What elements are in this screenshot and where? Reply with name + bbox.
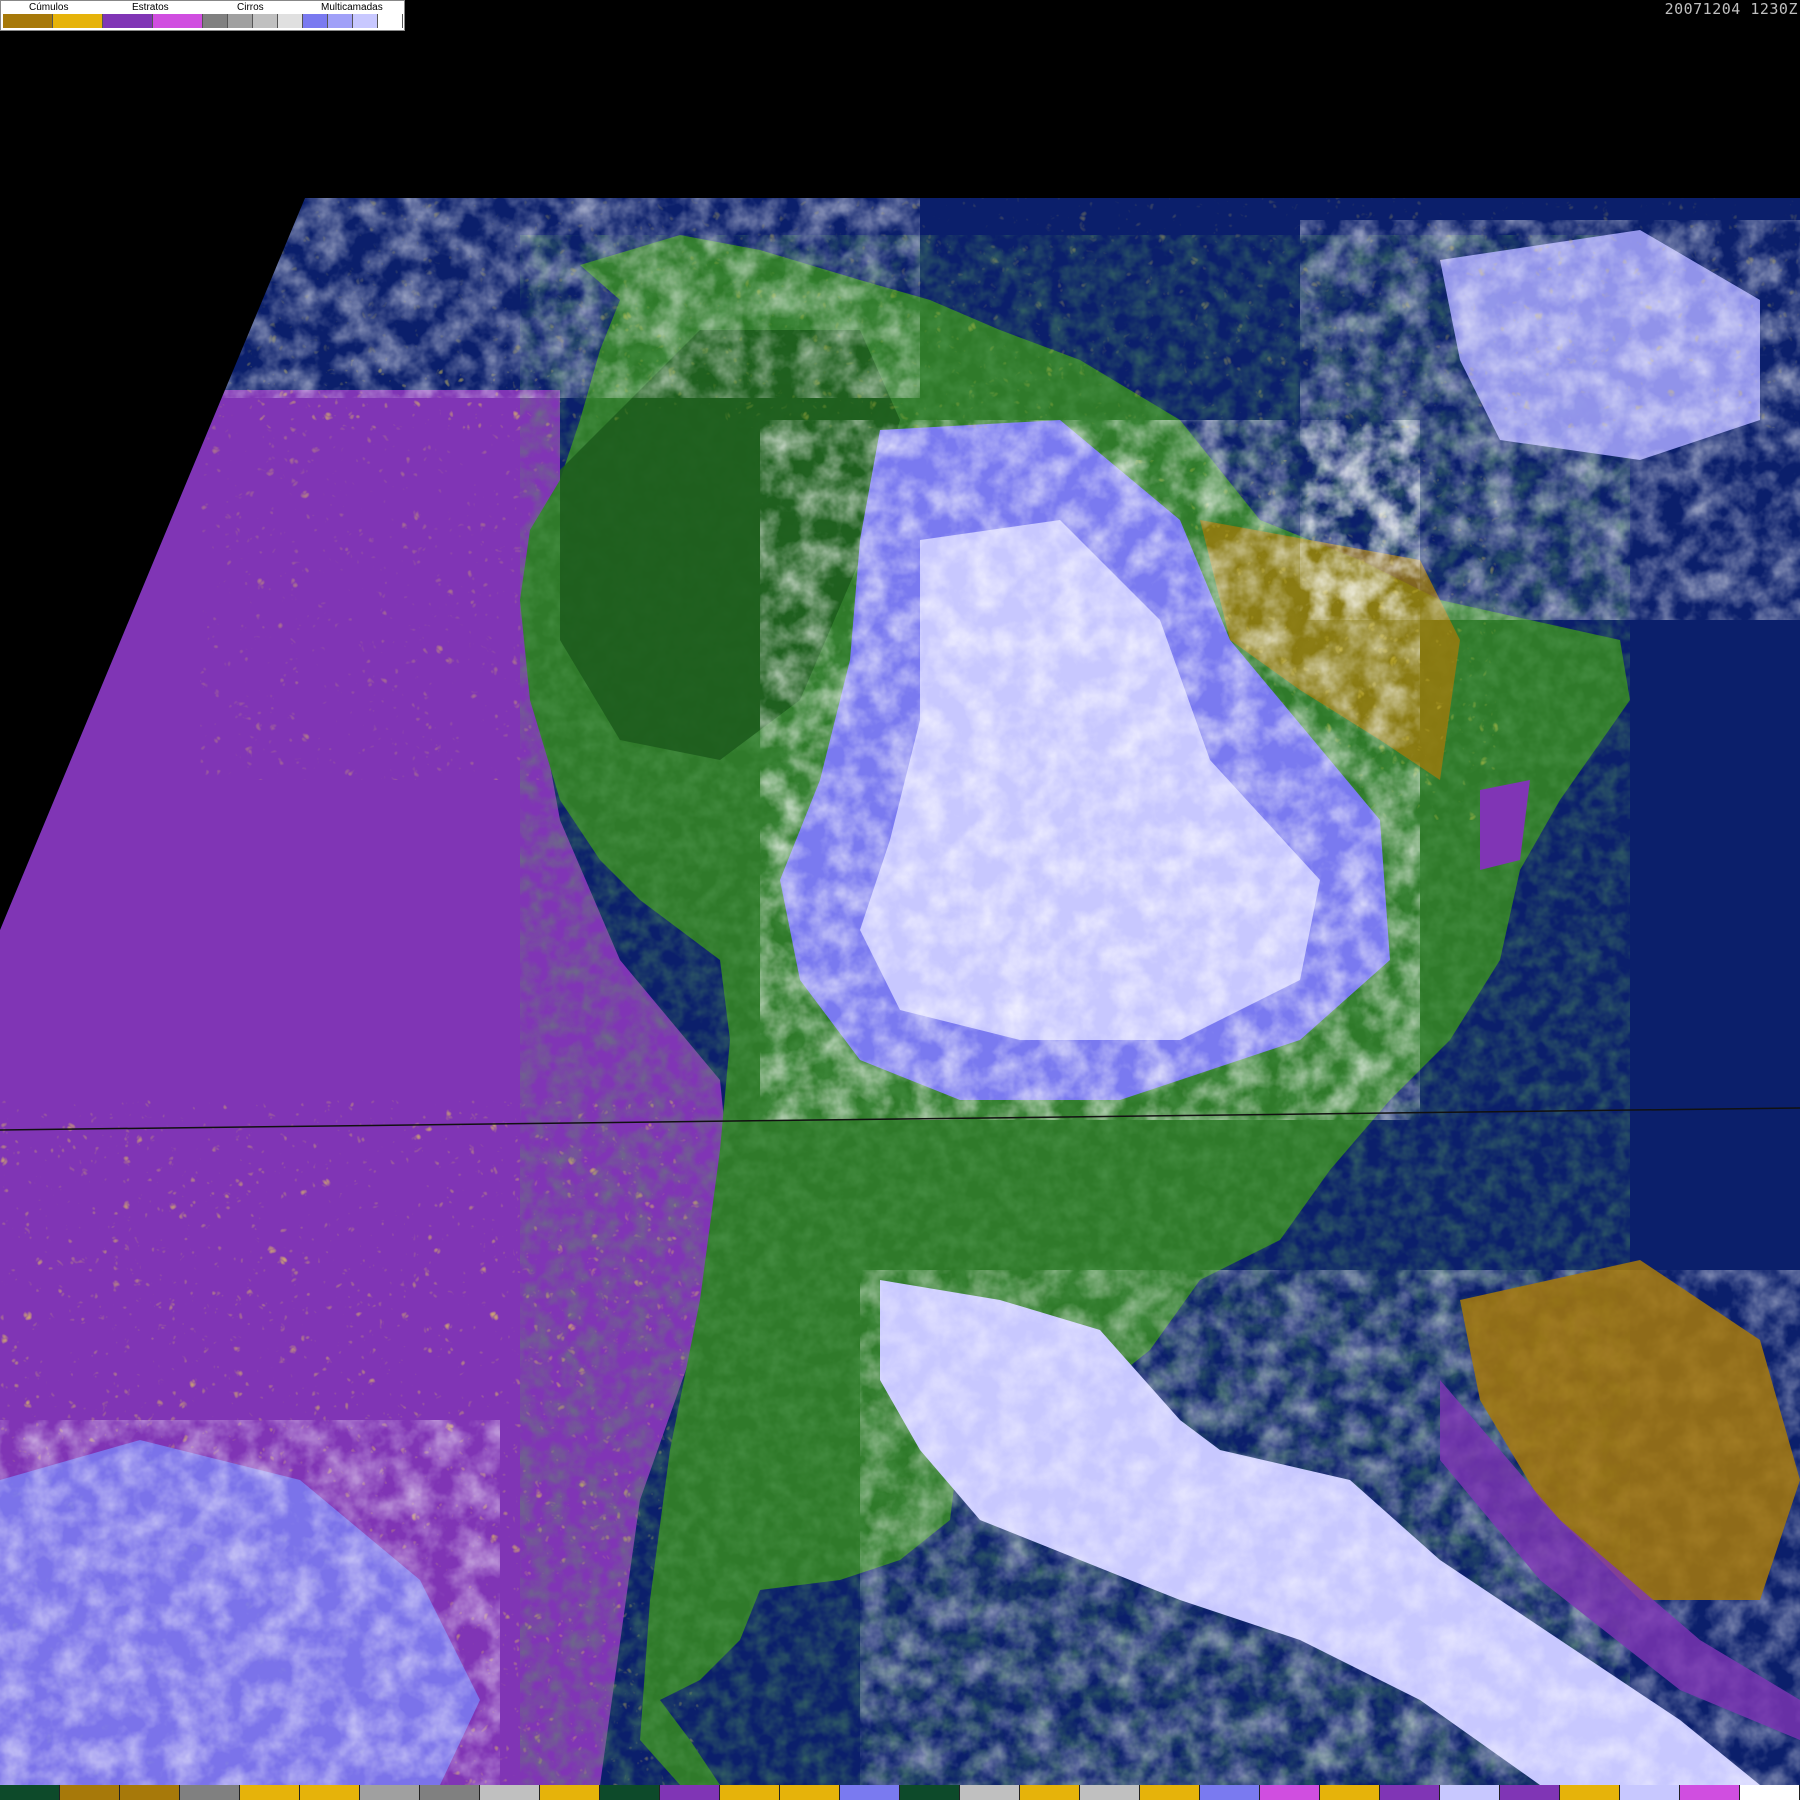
legend-label-cirrus: Cirros [237,2,264,13]
palette-cell [360,1785,420,1800]
palette-cell [780,1785,840,1800]
palette-cell [600,1785,660,1800]
legend-label-cumulus: Cúmulos [29,2,69,13]
palette-cell [960,1785,1020,1800]
legend-swatch [203,14,228,28]
palette-cell [1140,1785,1200,1800]
palette-cell [1440,1785,1500,1800]
palette-strip [0,1785,1800,1800]
palette-cell [420,1785,480,1800]
palette-cell [660,1785,720,1800]
legend-swatch [378,14,403,28]
palette-cell [0,1785,60,1800]
satellite-cloud-map [0,198,1800,1785]
palette-cell [1680,1785,1740,1800]
palette-cell [1500,1785,1560,1800]
legend-swatch [303,14,328,28]
palette-cell [1380,1785,1440,1800]
cirrus-southwest-texture [0,1420,500,1785]
palette-cell [1620,1785,1680,1800]
legend-swatch [103,14,153,28]
legend-label-multilayer: Multicamadas [321,2,383,13]
palette-cell [480,1785,540,1800]
palette-cell [1560,1785,1620,1800]
palette-cell [1200,1785,1260,1800]
palette-cell [240,1785,300,1800]
legend-swatch [278,14,303,28]
satellite-footprint [0,198,1800,1785]
legend-swatch [353,14,378,28]
cloud-type-legend: Cúmulos Estratos Cirros Multicamadas [0,0,405,31]
palette-cell [900,1785,960,1800]
palette-cell [1080,1785,1140,1800]
legend-label-stratus: Estratos [132,2,169,13]
palette-cell [1020,1785,1080,1800]
cumulus-caribbean-speckle [220,198,1800,428]
palette-cell [720,1785,780,1800]
legend-swatch [53,14,103,28]
palette-cell [1740,1785,1800,1800]
legend-swatch [3,14,53,28]
palette-cell [60,1785,120,1800]
palette-cell [300,1785,360,1800]
palette-cell [540,1785,600,1800]
palette-cell [120,1785,180,1800]
legend-swatch [228,14,253,28]
legend-swatch [153,14,203,28]
legend-swatch [253,14,278,28]
palette-cell [840,1785,900,1800]
palette-cell [180,1785,240,1800]
image-timestamp: 20071204 1230Z [1664,0,1798,18]
legend-swatch [328,14,353,28]
palette-cell [1320,1785,1380,1800]
palette-cell [1260,1785,1320,1800]
legend-swatch-row [3,14,403,28]
